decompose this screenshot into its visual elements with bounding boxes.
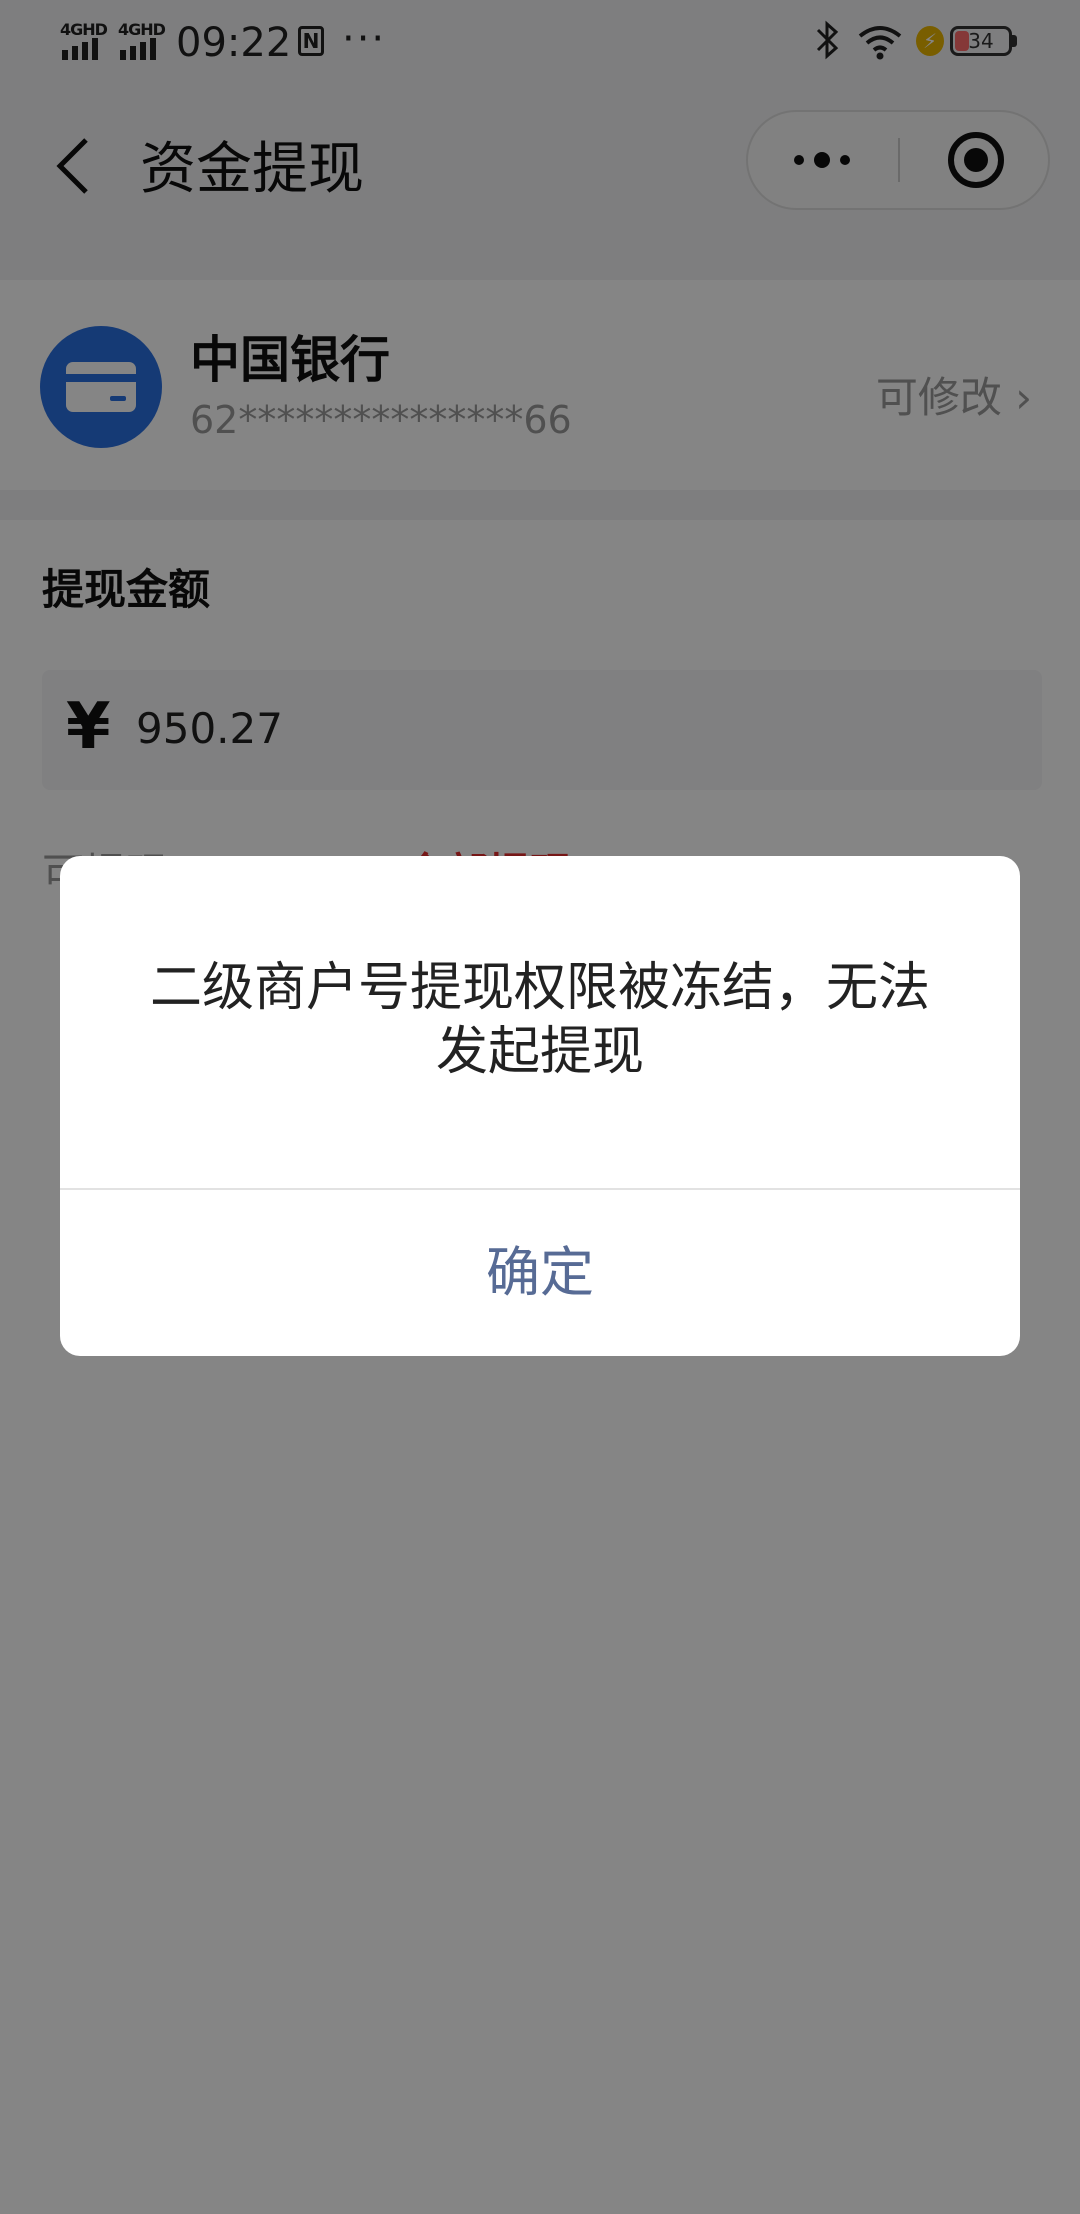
alert-dialog: 二级商户号提现权限被冻结，无法发起提现 确定 [60,856,1020,1356]
confirm-button[interactable]: 确定 [60,1190,1020,1356]
dialog-message: 二级商户号提现权限被冻结，无法发起提现 [149,958,930,1082]
